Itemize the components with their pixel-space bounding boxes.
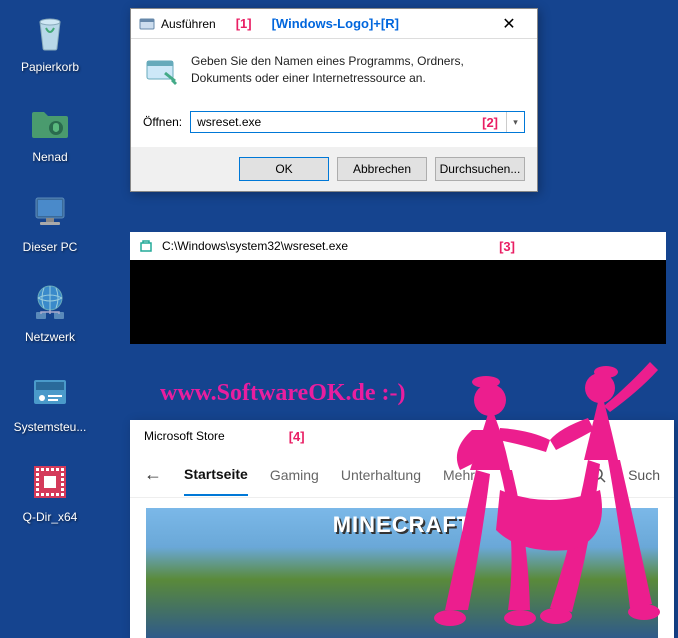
run-open-combobox[interactable]: [2] ▾ (190, 111, 525, 133)
desktop-icon-this-pc[interactable]: Dieser PC (12, 188, 88, 254)
desktop-icon-recycle-bin[interactable]: Papierkorb (12, 8, 88, 74)
search-label[interactable]: Such (628, 467, 660, 483)
desktop-icon-label: Netzwerk (25, 330, 75, 344)
chevron-down-icon: ⌄ (482, 472, 490, 483)
computer-icon (26, 188, 74, 236)
store-title-icon (138, 238, 154, 254)
desktop-icon-label: Nenad (32, 150, 67, 164)
close-button[interactable]: ✕ (489, 10, 529, 38)
console-title-path: C:\Windows\system32\wsreset.exe (162, 239, 348, 253)
run-button-row: OK Abbrechen Durchsuchen... (131, 147, 537, 191)
annotation-1: [1] (236, 16, 252, 31)
browse-button[interactable]: Durchsuchen... (435, 157, 525, 181)
qdir-icon (26, 458, 74, 506)
desktop-icons: Papierkorb Nenad Dieser PC (12, 8, 88, 524)
console-window: C:\Windows\system32\wsreset.exe [3] (130, 232, 666, 344)
desktop-icon-label: Dieser PC (23, 240, 78, 254)
run-title: Ausführen (161, 17, 216, 31)
run-dialog-icon (143, 53, 179, 89)
run-dialog: Ausführen [1] [Windows-Logo]+[R] ✕ Geben… (130, 8, 538, 192)
run-description: Geben Sie den Namen eines Programms, Ord… (191, 53, 525, 89)
desktop-icon-label: Systemsteu... (14, 420, 87, 434)
back-button[interactable]: ← (144, 464, 162, 485)
console-titlebar[interactable]: C:\Windows\system32\wsreset.exe [3] (130, 232, 666, 260)
store-titlebar[interactable]: Microsoft Store [4] (130, 420, 674, 452)
watermark-text: www.SoftwareOK.de :-) (160, 380, 406, 407)
desktop-icon-label: Papierkorb (21, 60, 79, 74)
run-titlebar[interactable]: Ausführen [1] [Windows-Logo]+[R] ✕ (131, 9, 537, 39)
ok-button[interactable]: OK (239, 157, 329, 181)
folder-icon (26, 98, 74, 146)
tab-more[interactable]: Mehr ⌄ (443, 455, 490, 495)
run-open-input[interactable] (191, 112, 474, 132)
store-window: Microsoft Store [4] ← Startseite Gaming … (130, 420, 674, 638)
hero-logo-text: MINECRAFT (333, 512, 472, 538)
desktop-icon-control-panel[interactable]: Systemsteu... (12, 368, 88, 434)
annotation-hint: [Windows-Logo]+[R] (272, 16, 399, 31)
search-icon (590, 467, 606, 483)
desktop-icon-folder[interactable]: Nenad (12, 98, 88, 164)
store-nav: ← Startseite Gaming Unterhaltung Mehr ⌄ … (130, 452, 674, 498)
run-open-label: Öffnen: (143, 115, 182, 129)
arrow-left-icon: ← (144, 464, 162, 484)
annotation-2: [2] (474, 112, 506, 132)
chevron-down-icon: ▾ (513, 117, 518, 128)
network-icon (26, 278, 74, 326)
store-title: Microsoft Store (144, 429, 225, 443)
search-button[interactable] (590, 467, 606, 483)
tab-entertainment[interactable]: Unterhaltung (341, 455, 421, 495)
close-icon: ✕ (502, 14, 515, 34)
recycle-bin-icon (26, 8, 74, 56)
desktop-icon-qdir[interactable]: Q-Dir_x64 (12, 458, 88, 524)
desktop-icon-network[interactable]: Netzwerk (12, 278, 88, 344)
run-body: Geben Sie den Namen eines Programms, Ord… (131, 39, 537, 107)
tab-home[interactable]: Startseite (184, 454, 248, 496)
control-panel-icon (26, 368, 74, 416)
annotation-3: [3] (499, 239, 515, 254)
tab-gaming[interactable]: Gaming (270, 455, 319, 495)
run-open-row: Öffnen: [2] ▾ (131, 107, 537, 147)
annotation-4: [4] (289, 429, 305, 444)
run-title-icon (139, 16, 155, 32)
cancel-button[interactable]: Abbrechen (337, 157, 427, 181)
desktop-icon-label: Q-Dir_x64 (23, 510, 78, 524)
store-hero-banner[interactable]: MINECRAFT (146, 508, 658, 638)
console-body[interactable] (130, 260, 666, 344)
dropdown-button[interactable]: ▾ (506, 112, 524, 132)
